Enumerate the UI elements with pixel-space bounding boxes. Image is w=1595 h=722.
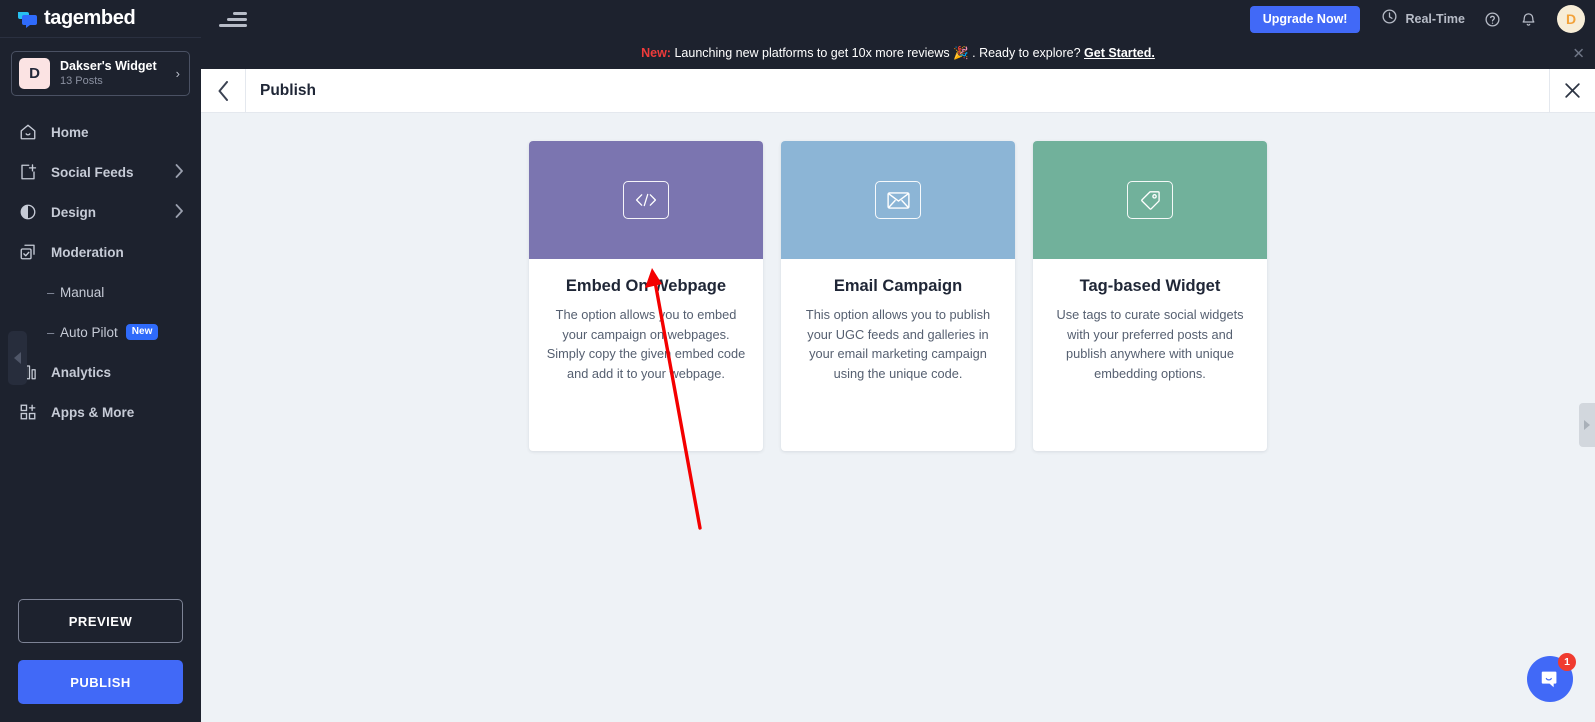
sidebar-item-label: Analytics <box>51 365 184 380</box>
chevron-right-icon: › <box>176 66 182 81</box>
widget-post-count: 13 Posts <box>60 74 176 88</box>
apps-grid-icon <box>19 403 41 421</box>
envelope-icon <box>875 181 921 219</box>
page-close-button[interactable] <box>1549 69 1595 113</box>
chat-bubble-icon <box>1539 668 1561 690</box>
card-description: The option allows you to embed your camp… <box>543 305 749 383</box>
card-tag-based-widget[interactable]: Tag-based Widget Use tags to curate soci… <box>1033 141 1267 451</box>
banner-message: Launching new platforms to get 10x more … <box>674 46 1080 60</box>
sidebar-item-label: Social Feeds <box>51 165 175 180</box>
help-circle-icon[interactable] <box>1484 11 1501 28</box>
publish-options-content: Embed On Webpage The option allows you t… <box>201 113 1595 722</box>
card-hero <box>781 141 1015 259</box>
clock-icon <box>1381 8 1398 30</box>
page-title: Publish <box>260 82 1549 100</box>
banner-new-label: New: <box>641 46 671 60</box>
card-body: Tag-based Widget Use tags to curate soci… <box>1033 259 1267 383</box>
card-description: This option allows you to publish your U… <box>795 305 1001 383</box>
hamburger-menu-icon[interactable] <box>219 8 247 30</box>
card-body: Embed On Webpage The option allows you t… <box>529 259 763 383</box>
promo-banner: New: Launching new platforms to get 10x … <box>201 38 1595 69</box>
collapse-right-icon <box>1584 420 1590 430</box>
chat-launcher-button[interactable]: 1 <box>1527 656 1573 702</box>
sidebar-subitem-label: Auto Pilot <box>60 325 118 340</box>
sidebar-item-home[interactable]: Home <box>0 112 201 152</box>
publish-option-cards: Embed On Webpage The option allows you t… <box>201 113 1595 451</box>
design-droplet-icon <box>19 203 41 221</box>
sidebar-actions: PREVIEW PUBLISH <box>0 599 201 722</box>
card-title: Tag-based Widget <box>1047 277 1253 296</box>
card-title: Embed On Webpage <box>543 277 749 296</box>
dash-icon: – <box>47 285 60 300</box>
collapse-left-icon <box>14 352 21 364</box>
banner-close-icon[interactable]: ✕ <box>1572 46 1585 61</box>
main-area: Upgrade Now! Real-Time D New: Launching … <box>201 0 1595 722</box>
app-root: tagembed D Dakser's Widget 13 Posts › Ho… <box>0 0 1595 722</box>
upgrade-now-button[interactable]: Upgrade Now! <box>1250 6 1361 33</box>
sidebar-item-label: Apps & More <box>51 405 184 420</box>
page-header: Publish <box>201 69 1595 113</box>
preview-button[interactable]: PREVIEW <box>18 599 183 643</box>
close-icon <box>1563 81 1582 100</box>
card-hero <box>529 141 763 259</box>
hamburger-line <box>227 18 247 21</box>
sidebar-subitem-manual[interactable]: – Manual <box>0 272 201 312</box>
sidebar: tagembed D Dakser's Widget 13 Posts › Ho… <box>0 0 201 722</box>
card-embed-on-webpage[interactable]: Embed On Webpage The option allows you t… <box>529 141 763 451</box>
sidebar-nav: Home Social Feeds Design <box>0 112 201 599</box>
sidebar-item-label: Home <box>51 125 184 140</box>
widget-selector[interactable]: D Dakser's Widget 13 Posts › <box>11 51 190 96</box>
get-started-link[interactable]: Get Started. <box>1084 46 1155 60</box>
sidebar-item-design[interactable]: Design <box>0 192 201 232</box>
topbar: Upgrade Now! Real-Time D <box>201 0 1595 38</box>
sidebar-subitem-auto-pilot[interactable]: – Auto Pilot New <box>0 312 201 352</box>
sidebar-item-moderation[interactable]: Moderation <box>0 232 201 272</box>
back-button[interactable] <box>201 69 246 113</box>
code-brackets-icon <box>623 181 669 219</box>
brand-header[interactable]: tagembed <box>0 0 201 38</box>
new-badge: New <box>126 324 159 340</box>
widget-meta: Dakser's Widget 13 Posts <box>60 59 176 88</box>
widget-title: Dakser's Widget <box>60 59 176 74</box>
card-hero <box>1033 141 1267 259</box>
sidebar-item-analytics[interactable]: Analytics <box>0 352 201 392</box>
chevron-right-icon <box>175 204 184 221</box>
sidebar-subitem-label: Manual <box>60 285 104 300</box>
panel-expand-handle[interactable] <box>1579 403 1595 447</box>
chevron-right-icon <box>175 164 184 181</box>
home-icon <box>19 123 41 141</box>
widget-avatar: D <box>19 58 50 89</box>
sidebar-item-label: Moderation <box>51 245 184 260</box>
realtime-label: Real-Time <box>1405 12 1465 26</box>
notification-bell-icon[interactable] <box>1520 11 1537 28</box>
banner-text: New: Launching new platforms to get 10x … <box>641 46 1155 61</box>
sidebar-item-social-feeds[interactable]: Social Feeds <box>0 152 201 192</box>
chevron-left-icon <box>217 81 230 101</box>
realtime-toggle[interactable]: Real-Time <box>1381 8 1465 30</box>
hamburger-line <box>233 12 247 15</box>
brand-name: tagembed <box>44 7 135 30</box>
publish-button[interactable]: PUBLISH <box>18 660 183 704</box>
card-body: Email Campaign This option allows you to… <box>781 259 1015 383</box>
feed-add-icon <box>19 163 41 181</box>
moderation-check-icon <box>19 243 41 261</box>
card-title: Email Campaign <box>795 277 1001 296</box>
tag-icon <box>1127 181 1173 219</box>
card-email-campaign[interactable]: Email Campaign This option allows you to… <box>781 141 1015 451</box>
hamburger-line <box>219 24 247 27</box>
tagembed-logo-icon <box>16 9 38 29</box>
sidebar-item-label: Design <box>51 205 175 220</box>
dash-icon: – <box>47 325 60 340</box>
user-avatar[interactable]: D <box>1557 5 1585 33</box>
chat-unread-badge: 1 <box>1558 653 1576 671</box>
sidebar-item-apps-more[interactable]: Apps & More <box>0 392 201 432</box>
card-description: Use tags to curate social widgets with y… <box>1047 305 1253 383</box>
sidebar-collapse-handle[interactable] <box>8 331 27 385</box>
